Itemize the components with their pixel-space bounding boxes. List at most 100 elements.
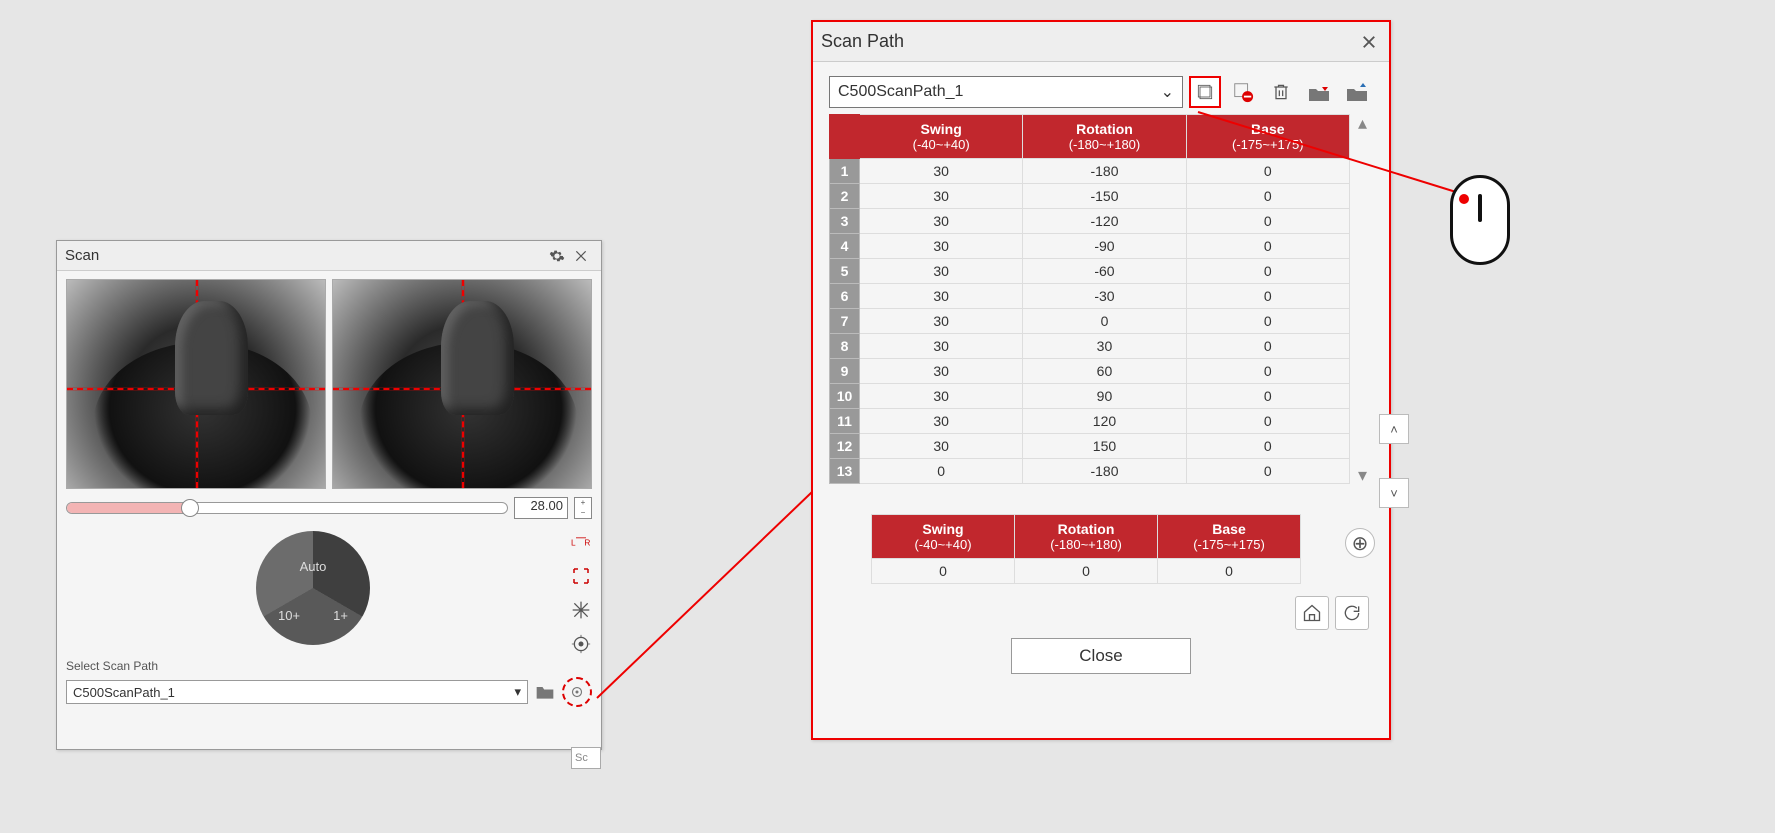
scan-path-table[interactable]: Swing (-40~+40) Rotation (-180~+180) Bas… [829, 114, 1350, 484]
scan-path-title: Scan Path [821, 31, 1357, 52]
chevron-down-icon: ⌄ [1161, 82, 1174, 102]
cell-rotation[interactable]: 150 [1023, 434, 1186, 459]
scan-titlebar[interactable]: Scan [57, 241, 601, 271]
table-scrollbar[interactable]: ▴ ▾ [1350, 114, 1373, 484]
cell-rotation[interactable]: 60 [1023, 359, 1186, 384]
right-camera-preview [332, 279, 592, 489]
exposure-slider[interactable] [66, 502, 508, 514]
row-number: 5 [830, 259, 860, 284]
exposure-stepper[interactable]: +− [574, 497, 592, 519]
starburst-icon[interactable] [570, 599, 592, 621]
row-move-up-icon[interactable]: ˄ [1379, 414, 1409, 444]
cell-swing[interactable]: 30 [860, 159, 1023, 184]
folder-icon[interactable] [534, 681, 556, 703]
select-scan-path-label: Select Scan Path [57, 655, 601, 675]
cell-swing[interactable]: 30 [860, 209, 1023, 234]
cell-base[interactable]: 0 [1186, 184, 1349, 209]
table-row[interactable]: 430-900 [830, 234, 1350, 259]
cell-rotation[interactable]: -180 [1023, 459, 1186, 484]
cell-base[interactable]: 0 [1186, 234, 1349, 259]
cell-base[interactable]: 0 [1186, 359, 1349, 384]
new-scan-path-icon[interactable] [1189, 76, 1221, 108]
cell-swing[interactable]: 30 [860, 309, 1023, 334]
cell-rotation[interactable]: -90 [1023, 234, 1186, 259]
close-icon[interactable] [569, 244, 593, 268]
close-icon[interactable] [1357, 30, 1381, 54]
cell-swing[interactable]: 30 [860, 259, 1023, 284]
table-row[interactable]: 230-1500 [830, 184, 1350, 209]
import-icon[interactable] [1303, 76, 1335, 108]
cell-swing[interactable]: 30 [860, 409, 1023, 434]
crosshair-box-icon[interactable] [570, 565, 592, 587]
table-row[interactable]: 73000 [830, 309, 1350, 334]
cell-base[interactable]: 0 [1186, 309, 1349, 334]
scan-path-combo[interactable]: C500ScanPath_1 ⌄ [829, 76, 1183, 108]
cell-base[interactable]: 0 [1186, 259, 1349, 284]
row-number: 7 [830, 309, 860, 334]
row-move-down-icon[interactable]: ˅ [1379, 478, 1409, 508]
table-row[interactable]: 130-1800 [830, 459, 1350, 484]
scan-settings-icon[interactable] [545, 244, 569, 268]
cell-base[interactable]: 0 [1186, 334, 1349, 359]
cell-swing[interactable]: 30 [860, 359, 1023, 384]
pie-one[interactable]: 1+ [333, 608, 348, 623]
exposure-value[interactable]: 28.00 [514, 497, 568, 519]
cell-swing[interactable]: 30 [860, 334, 1023, 359]
pie-ten[interactable]: 10+ [278, 608, 300, 623]
row-number: 3 [830, 209, 860, 234]
lr-swap-icon[interactable]: LR [570, 531, 592, 553]
cell-swing[interactable]: 30 [860, 234, 1023, 259]
cell-swing[interactable]: 30 [860, 184, 1023, 209]
table-row[interactable]: 1030900 [830, 384, 1350, 409]
cell-rotation[interactable]: 0 [1023, 309, 1186, 334]
close-button[interactable]: Close [1011, 638, 1191, 674]
target-icon[interactable] [570, 633, 592, 655]
refresh-icon[interactable] [1335, 596, 1369, 630]
trash-icon[interactable] [1265, 76, 1297, 108]
add-row-icon[interactable]: ⊕ [1345, 528, 1375, 558]
edit-denied-icon[interactable] [1227, 76, 1259, 108]
cell-base[interactable]: 0 [1186, 284, 1349, 309]
home-icon[interactable] [1295, 596, 1329, 630]
cell-swing[interactable]: 0 [860, 459, 1023, 484]
single-swing[interactable]: 0 [872, 559, 1015, 584]
export-icon[interactable] [1341, 76, 1373, 108]
scan-path-titlebar[interactable]: Scan Path [813, 22, 1389, 62]
cell-rotation[interactable]: -120 [1023, 209, 1186, 234]
pie-auto[interactable]: Auto [300, 559, 327, 574]
scan-mode-pie[interactable]: Auto 10+ 1+ [256, 531, 370, 645]
single-base[interactable]: 0 [1158, 559, 1301, 584]
table-row[interactable]: 930600 [830, 359, 1350, 384]
cell-rotation[interactable]: -30 [1023, 284, 1186, 309]
cell-swing[interactable]: 30 [860, 284, 1023, 309]
svg-text:L: L [571, 537, 576, 547]
table-row[interactable]: 11301200 [830, 409, 1350, 434]
cell-rotation[interactable]: 30 [1023, 334, 1186, 359]
cell-base[interactable]: 0 [1186, 459, 1349, 484]
cell-swing[interactable]: 30 [860, 384, 1023, 409]
table-row[interactable]: 12301500 [830, 434, 1350, 459]
table-row[interactable]: 830300 [830, 334, 1350, 359]
cell-swing[interactable]: 30 [860, 434, 1023, 459]
scroll-up-icon[interactable]: ▴ [1358, 114, 1367, 132]
scan-path-settings-icon[interactable] [562, 677, 592, 707]
table-row[interactable]: 330-1200 [830, 209, 1350, 234]
single-entry-table[interactable]: Swing(-40~+40) Rotation(-180~+180) Base(… [871, 514, 1301, 584]
cell-base[interactable]: 0 [1186, 409, 1349, 434]
select-scan-path[interactable]: C500ScanPath_1 ▾ [66, 680, 528, 704]
cell-base[interactable]: 0 [1186, 159, 1349, 184]
single-rotation[interactable]: 0 [1015, 559, 1158, 584]
cell-rotation[interactable]: -150 [1023, 184, 1186, 209]
cell-base[interactable]: 0 [1186, 384, 1349, 409]
preview-tools: LR [569, 525, 601, 655]
table-row[interactable]: 530-600 [830, 259, 1350, 284]
cell-rotation[interactable]: 120 [1023, 409, 1186, 434]
cell-base[interactable]: 0 [1186, 209, 1349, 234]
scroll-down-icon[interactable]: ▾ [1358, 466, 1367, 484]
cell-rotation[interactable]: -180 [1023, 159, 1186, 184]
table-row[interactable]: 630-300 [830, 284, 1350, 309]
cell-rotation[interactable]: -60 [1023, 259, 1186, 284]
cell-base[interactable]: 0 [1186, 434, 1349, 459]
cell-rotation[interactable]: 90 [1023, 384, 1186, 409]
table-row[interactable]: 130-1800 [830, 159, 1350, 184]
